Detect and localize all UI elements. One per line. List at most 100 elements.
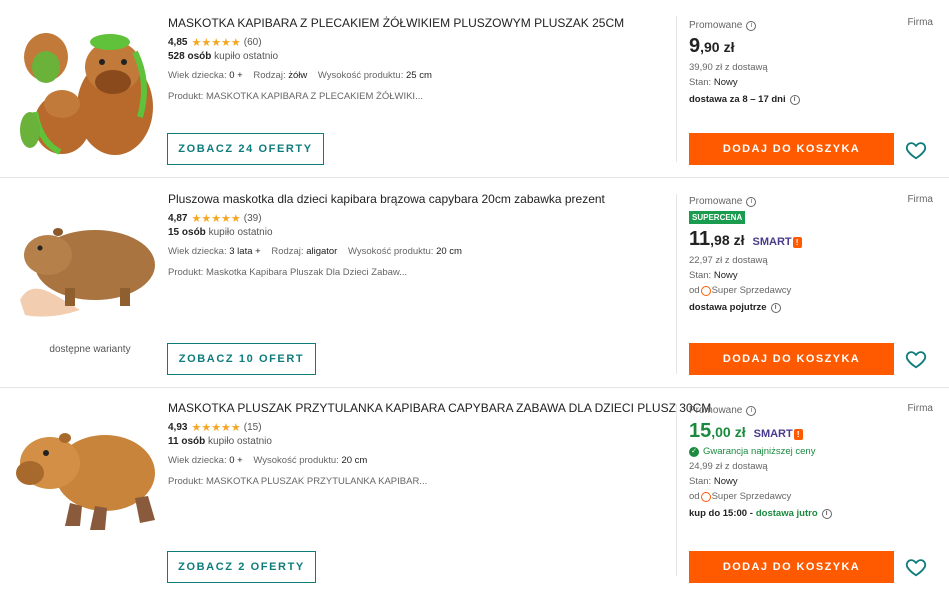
bought-info: 11 osób kupiło ostatnio	[168, 436, 668, 447]
product-info: MASKOTKA KAPIBARA Z PLECAKIEM ŻÓŁWIKIEM …	[168, 16, 668, 102]
product-info: MASKOTKA PLUSZAK PRZYTULANKA KAPIBARA CA…	[168, 401, 711, 487]
promoted-label: Promowane i	[689, 405, 939, 416]
super-seller-icon	[700, 491, 711, 502]
product-params: Wiek dziecka: 0 + Rodzaj: żółw Wysokość …	[168, 70, 668, 81]
param-label: Wiek dziecka:	[168, 455, 227, 466]
price-int: 11	[689, 228, 711, 250]
product-info: Pluszowa maskotka dla dzieci kapibara br…	[168, 192, 668, 278]
heart-icon[interactable]	[905, 556, 927, 578]
product-row: MASKOTKA KAPIBARA Z PLECAKIEM ŻÓŁWIKIEM …	[0, 0, 949, 178]
price-with-delivery: 22,97 zł z dostawą	[689, 255, 768, 266]
info-icon[interactable]: i	[746, 405, 757, 416]
product-params: Wiek dziecka: 0 + Wysokość produktu: 20 …	[168, 455, 668, 466]
super-seller-icon	[700, 285, 711, 296]
param-label: Rodzaj:	[271, 246, 304, 257]
product-image[interactable]	[10, 408, 160, 538]
see-offers-button[interactable]: ZOBACZ 2 OFERTY	[167, 551, 316, 583]
heart-icon[interactable]	[905, 348, 927, 370]
param-label: Wiek dziecka:	[168, 246, 227, 257]
product-image[interactable]	[10, 200, 160, 320]
supercena-badge: SUPERCENA	[689, 211, 746, 224]
see-offers-button[interactable]: ZOBACZ 10 OFERT	[167, 343, 316, 375]
price-currency: zł	[733, 232, 745, 248]
info-icon[interactable]: i	[789, 94, 800, 105]
product-rating: 4,85 ★★★★★ (60)	[168, 36, 668, 49]
condition-value: Nowy	[713, 270, 738, 281]
product-rating: 4,87 ★★★★★ (39)	[168, 212, 668, 225]
condition-label: Stan:	[689, 77, 712, 88]
bought-count: 528 osób	[168, 51, 212, 62]
add-to-cart-button[interactable]: DODAJ DO KOSZYKA	[689, 133, 894, 165]
seller-info: od Super Sprzedawcy	[689, 285, 939, 296]
condition: Stan: Nowy	[689, 270, 939, 281]
promoted-text: Promowane	[689, 20, 743, 31]
param-label: Rodzaj:	[253, 70, 286, 81]
seller-prefix: od	[689, 285, 700, 296]
smart-text: SMART	[752, 236, 792, 248]
param-value: 25 cm	[405, 70, 432, 81]
smart-icon: !	[792, 236, 802, 248]
check-icon: ✓	[689, 446, 699, 457]
seller-prefix: od	[689, 491, 700, 502]
product-title[interactable]: MASKOTKA PLUSZAK PRZYTULANKA KAPIBARA CA…	[168, 401, 711, 415]
price-column: Promowane i 9,90 zł 39,90 zł z dostawą Sta…	[689, 20, 939, 105]
see-offers-button[interactable]: ZOBACZ 24 OFERTY	[167, 133, 324, 165]
variants-label[interactable]: dostępne warianty	[10, 344, 170, 355]
product-row: MASKOTKA PLUSZAK PRZYTULANKA KAPIBARA CA…	[0, 388, 949, 590]
info-icon[interactable]: i	[770, 302, 781, 313]
product-title[interactable]: MASKOTKA KAPIBARA Z PLECAKIEM ŻÓŁWIKIEM …	[168, 16, 668, 30]
promoted-label: Promowane i	[689, 196, 939, 207]
seller-name: Super Sprzedawcy	[711, 285, 792, 296]
bought-info: 528 osób kupiło ostatnio	[168, 51, 668, 62]
condition-label: Stan:	[689, 270, 712, 281]
price-column: Promowane i SUPERCENA 11,98 zł SMART! 22,97…	[689, 196, 939, 313]
rating-count[interactable]: (60)	[244, 37, 262, 48]
product-description: Produkt: MASKOTKA KAPIBARA Z PLECAKIEM Ż…	[168, 91, 423, 102]
divider	[676, 404, 677, 576]
smart-logo: SMART!	[753, 236, 802, 248]
stars-icon: ★★★★★	[191, 213, 241, 225]
param-label: Wysokość produktu:	[253, 455, 339, 466]
product-description: Produkt: Maskotka Kapibara Pluszak Dla D…	[168, 267, 408, 278]
price: 15,00 zł SMART!	[689, 420, 939, 443]
price-with-delivery: 39,90 zł z dostawą	[689, 62, 768, 73]
lowest-price-guarantee[interactable]: ✓ Gwarancja najniższej ceny	[689, 446, 939, 457]
bought-label: kupiło ostatnio	[208, 436, 272, 447]
rating-score: 4,85	[168, 37, 188, 48]
param-value: 0 +	[229, 70, 243, 81]
rating-count[interactable]: (39)	[244, 213, 262, 224]
price: 9,90 zł	[689, 35, 939, 58]
smart-logo: SMART!	[754, 428, 803, 440]
product-rating: 4,93 ★★★★★ (15)	[168, 421, 668, 434]
product-list: MASKOTKA KAPIBARA Z PLECAKIEM ŻÓŁWIKIEM …	[0, 0, 949, 590]
condition-value: Nowy	[713, 476, 738, 487]
guarantee-text: Gwarancja najniższej ceny	[703, 446, 816, 457]
stars-icon: ★★★★★	[191, 422, 241, 434]
param-label: Wiek dziecka:	[168, 70, 227, 81]
rating-score: 4,87	[168, 213, 188, 224]
condition: Stan: Nowy	[689, 77, 939, 88]
divider	[676, 194, 677, 374]
delivery-info: dostawa za 8 – 17 dni i	[689, 94, 939, 105]
condition-label: Stan:	[689, 476, 712, 487]
product-image[interactable]	[10, 12, 160, 162]
info-icon[interactable]: i	[821, 508, 832, 519]
heart-icon[interactable]	[905, 139, 927, 161]
price-dec: ,98	[710, 232, 730, 248]
smart-icon: !	[793, 428, 803, 440]
promoted-text: Promowane	[689, 405, 743, 416]
delivery-text: dostawa pojutrze	[689, 302, 767, 313]
info-icon[interactable]: i	[746, 196, 757, 207]
price-column: Promowane i 15,00 zł SMART! ✓ Gwarancja najn…	[689, 405, 939, 519]
smart-text: SMART	[753, 428, 793, 440]
delivery-text: dostawa jutro	[755, 508, 818, 519]
product-title[interactable]: Pluszowa maskotka dla dzieci kapibara br…	[168, 192, 668, 206]
info-icon[interactable]: i	[746, 20, 757, 31]
price: 11,98 zł SMART!	[689, 228, 939, 251]
param-value: aligator	[306, 246, 338, 257]
rating-score: 4,93	[168, 422, 188, 433]
add-to-cart-button[interactable]: DODAJ DO KOSZYKA	[689, 551, 894, 583]
add-to-cart-button[interactable]: DODAJ DO KOSZYKA	[689, 343, 894, 375]
price-dec: ,00	[711, 424, 731, 440]
rating-count[interactable]: (15)	[244, 422, 262, 433]
